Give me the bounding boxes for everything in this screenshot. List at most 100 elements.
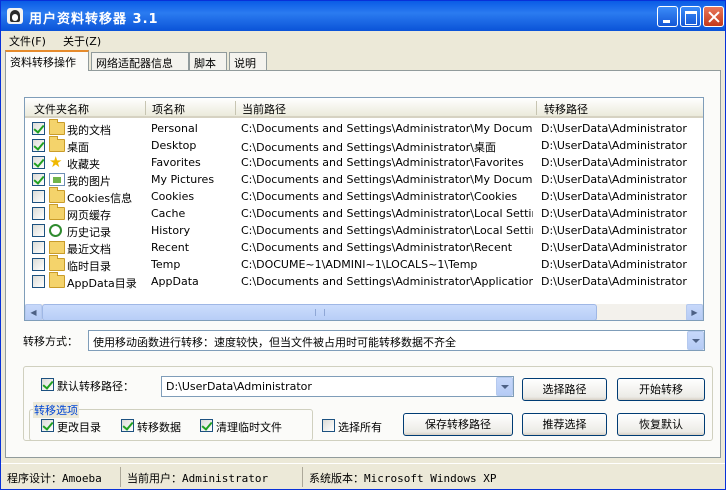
title-bar[interactable]: 用户资料转移器 3.1 — [1, 1, 725, 31]
tab-transfer[interactable]: 资料转移操作 — [5, 50, 89, 71]
tab-script[interactable]: 脚本 — [189, 52, 227, 70]
cell-item-name: My Pictures — [151, 173, 215, 186]
table-row[interactable]: ★ 收藏夹 Favorites C:\Documents and Settings\A… — [25, 153, 703, 171]
column-target-path[interactable]: 转移路径 — [544, 101, 588, 117]
cell-current-path: C:\Documents and Settings\Administrator\… — [241, 207, 533, 220]
main-window: 用户资料转移器 3.1 文件(F) 关于(Z) 资料转移操作 网络适配器信息 脚… — [0, 0, 726, 490]
row-checkbox[interactable] — [32, 173, 45, 186]
cell-current-path: C:\Documents and Settings\Administrator\… — [241, 173, 533, 186]
select-all-checkbox[interactable] — [322, 419, 335, 432]
minimize-button[interactable] — [657, 6, 678, 27]
folder-icon — [49, 204, 65, 220]
table-row[interactable]: 临时目录 Temp C:\DOCUME~1\ADMINI~1\LOCALS~1\Te… — [25, 255, 703, 273]
app-icon — [7, 8, 23, 24]
row-checkbox[interactable] — [32, 275, 45, 288]
default-path-label: 默认转移路径： — [57, 380, 134, 393]
column-item-name[interactable]: 项名称 — [152, 101, 185, 117]
folder-icon — [49, 136, 65, 152]
default-path-value: D:\UserData\Administrator — [166, 380, 312, 393]
folder-icon — [49, 187, 65, 203]
tab-network-adapter[interactable]: 网络适配器信息 — [91, 52, 189, 70]
cell-target-path: D:\UserData\Administrator — [541, 258, 687, 271]
menu-about[interactable]: 关于(Z) — [63, 33, 101, 49]
cell-target-path: D:\UserData\Administrator — [541, 190, 687, 203]
close-button[interactable] — [703, 6, 724, 27]
cell-current-path: C:\Documents and Settings\Administrator\… — [241, 122, 533, 135]
change-dir-checkbox[interactable] — [41, 419, 54, 432]
cell-folder-name: 收藏夹 — [67, 158, 100, 171]
options-legend: 转移选项 — [33, 402, 79, 418]
cell-target-path: D:\UserData\Administrator — [541, 275, 687, 288]
table-row[interactable]: Cookies信息 Cookies C:\Documents and Setting… — [25, 187, 703, 205]
column-current-path[interactable]: 当前路径 — [242, 101, 286, 117]
cell-folder-name: Cookies信息 — [67, 192, 133, 205]
cell-item-name: Cache — [151, 207, 186, 220]
select-all-label: 选择所有 — [338, 421, 382, 434]
cell-folder-name: 历史记录 — [67, 226, 111, 239]
clean-temp-label: 清理临时文件 — [216, 421, 282, 434]
row-checkbox[interactable] — [32, 139, 45, 152]
star-icon: ★ — [49, 153, 63, 171]
table-row[interactable]: 我的文档 Personal C:\Documents and Settings\Ad… — [25, 119, 703, 137]
cell-target-path: D:\UserData\Administrator — [541, 241, 687, 254]
row-checkbox[interactable] — [32, 156, 45, 169]
transfer-data-checkbox[interactable] — [121, 419, 134, 432]
table-row[interactable]: 历史记录 History C:\Documents and Settings\Adm… — [25, 222, 703, 239]
cell-current-path: C:\Documents and Settings\Administrator\… — [241, 190, 518, 203]
row-checkbox[interactable] — [32, 224, 45, 237]
cell-item-name: AppData — [151, 275, 199, 288]
folder-icon — [49, 272, 65, 288]
scroll-right-button[interactable]: ▶ — [686, 304, 703, 320]
row-checkbox[interactable] — [32, 241, 45, 254]
column-folder-name[interactable]: 文件夹名称 — [34, 101, 89, 117]
cell-target-path: D:\UserData\Administrator — [541, 224, 687, 237]
menu-bar: 文件(F) 关于(Z) — [1, 31, 725, 49]
status-version: 系统版本：Microsoft Windows XP — [309, 472, 497, 485]
cell-item-name: Desktop — [151, 139, 197, 152]
scroll-left-button[interactable]: ◀ — [25, 304, 42, 320]
maximize-button[interactable] — [680, 6, 701, 27]
row-checkbox[interactable] — [32, 190, 45, 203]
window-title: 用户资料转移器 3.1 — [29, 12, 159, 27]
default-path-select[interactable]: D:\UserData\Administrator — [161, 376, 514, 397]
cell-folder-name: AppData目录 — [67, 277, 137, 290]
clean-temp-checkbox[interactable] — [200, 419, 213, 432]
row-checkbox[interactable] — [32, 207, 45, 220]
cell-current-path: C:\Documents and Settings\Administrator\… — [241, 241, 513, 254]
restore-default-button[interactable]: 恢复默认 — [617, 413, 705, 436]
cell-target-path: D:\UserData\Administrator — [541, 173, 687, 186]
mode-value: 使用移动函数进行转移：速度较快，但当文件被占用时可能转移数据不齐全 — [93, 336, 456, 349]
start-transfer-button[interactable]: 开始转移 — [617, 378, 705, 401]
cell-current-path: C:\Documents and Settings\Administrator\… — [241, 275, 533, 288]
cell-folder-name: 桌面 — [67, 141, 89, 154]
table-row[interactable]: 最近文档 Recent C:\Documents and Settings\Admi… — [25, 239, 703, 256]
cell-folder-name: 临时目录 — [67, 260, 111, 273]
table-row[interactable]: 网页缓存 Cache C:\Documents and Settings\Admin… — [25, 204, 703, 222]
cell-target-path: D:\UserData\Administrator — [541, 139, 687, 152]
recommend-button[interactable]: 推荐选择 — [522, 413, 607, 436]
choose-path-button[interactable]: 选择路径 — [522, 378, 607, 401]
cell-current-path: C:\Documents and Settings\Administrator\… — [241, 156, 524, 169]
status-bar: 程序设计：Amoeba 当前用户：Administrator 系统版本：Micr… — [1, 463, 725, 489]
table-row[interactable]: 我的图片 My Pictures C:\Documents and Settings… — [25, 171, 703, 188]
folder-list[interactable]: 文件夹名称 项名称 当前路径 转移路径 我的文档 Personal C:\Docum… — [24, 97, 704, 321]
default-path-checkbox[interactable] — [41, 378, 54, 391]
scroll-thumb[interactable] — [42, 304, 597, 320]
menu-file[interactable]: 文件(F) — [9, 33, 46, 49]
status-user: 当前用户：Administrator — [123, 467, 303, 487]
table-row[interactable]: 桌面 Desktop C:\Documents and Settings\Admin… — [25, 136, 703, 154]
save-path-button[interactable]: 保存转移路径 — [403, 413, 513, 436]
chevron-down-icon[interactable] — [496, 377, 513, 396]
change-dir-label: 更改目录 — [57, 421, 101, 434]
table-row[interactable]: AppData目录 AppData C:\Documents and Setting… — [25, 272, 703, 290]
picture-icon — [49, 173, 65, 186]
cell-folder-name: 网页缓存 — [67, 209, 111, 222]
row-checkbox[interactable] — [32, 258, 45, 271]
horizontal-scrollbar[interactable]: ◀ ▶ — [25, 304, 703, 320]
list-header: 文件夹名称 项名称 当前路径 转移路径 — [25, 98, 703, 118]
chevron-down-icon[interactable] — [687, 331, 704, 350]
history-icon — [49, 224, 62, 237]
mode-select[interactable]: 使用移动函数进行转移：速度较快，但当文件被占用时可能转移数据不齐全 — [88, 330, 705, 351]
tab-help[interactable]: 说明 — [229, 52, 267, 70]
row-checkbox[interactable] — [32, 122, 45, 135]
